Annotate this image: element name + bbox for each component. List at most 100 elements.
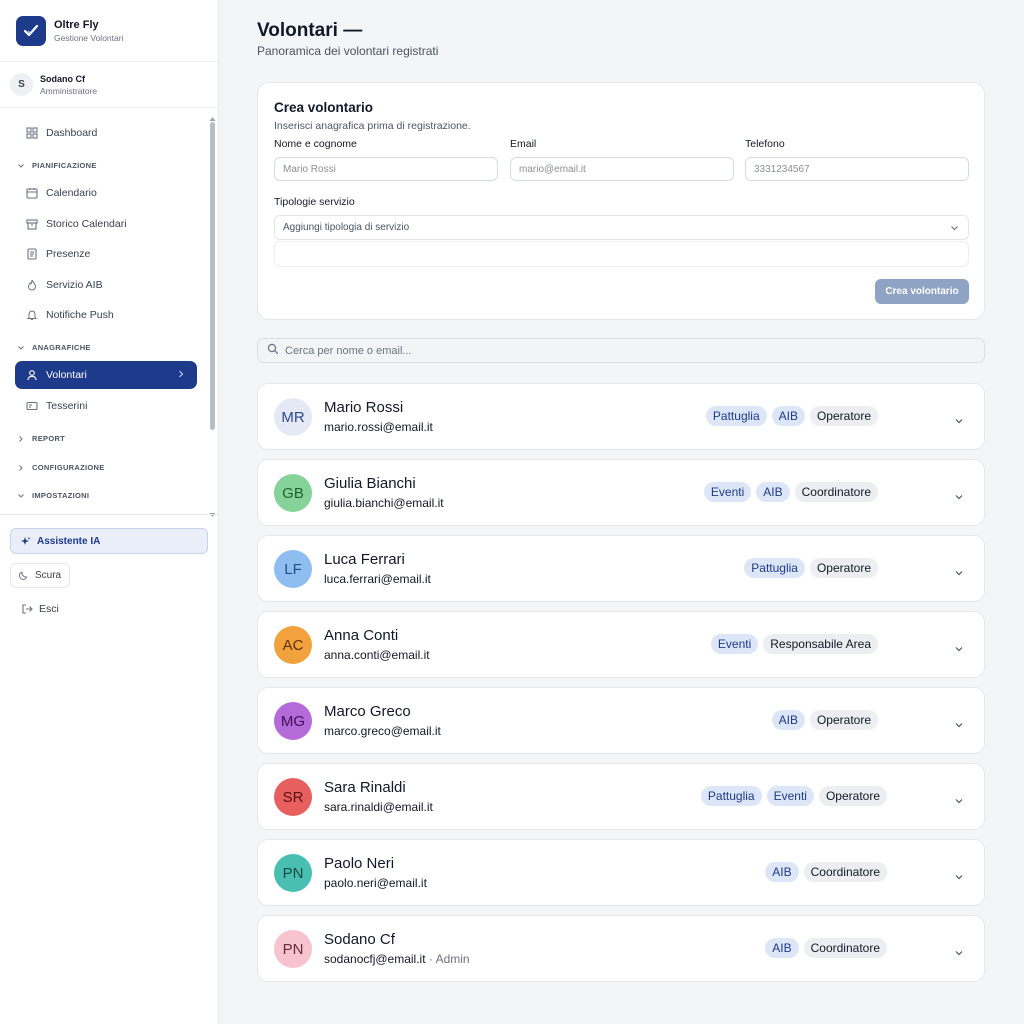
page-title: Volontari — [257,20,363,41]
email-field[interactable] [510,157,734,181]
volunteer-row[interactable]: PN Paolo Neri paolo.neri@email.it AIB Coordi… [257,839,985,906]
assistant-ai-button[interactable]: Assistente IA [10,528,208,554]
service-badge: AIB [771,406,805,426]
chevron-down-icon[interactable] [954,412,964,430]
volunteer-name: Luca Ferrari [324,551,405,568]
chevron-down-icon[interactable] [954,716,964,734]
volunteer-email: marco.greco@email.it [324,724,441,738]
volunteer-email-line: paolo.neri@email.it [324,876,427,890]
volunteer-name: Giulia Bianchi [324,475,416,492]
service-badge: Pattuglia [744,558,805,578]
sidebar-item-label: Calendario [46,187,97,199]
badge-group: AIB Coordinatore [765,938,887,958]
sidebar-item-dashboard[interactable]: Dashboard [15,119,197,147]
sidebar-item-presenze[interactable]: Presenze [15,240,197,268]
avatar: PN [274,930,312,968]
chevron-down-icon[interactable] [954,868,964,886]
name-field[interactable] [274,157,498,181]
sidebar-item-label: Presenze [46,248,91,260]
section-pianificazione[interactable]: PIANIFICAZIONE [17,161,97,170]
avatar: LF [274,550,312,588]
volunteer-row[interactable]: MG Marco Greco marco.greco@email.it AIB Oper… [257,687,985,754]
role-badge: Operatore [809,558,878,578]
scroll-up-arrow-icon[interactable] [209,110,216,121]
assistant-label: Assistente IA [37,535,101,547]
section-report[interactable]: REPORT [17,434,65,443]
sidebar-item-label: Tesserini [46,400,88,412]
service-types-label: Tipologie servizio [274,196,355,208]
volunteer-row[interactable]: SR Sara Rinaldi sara.rinaldi@email.it Pattu… [257,763,985,830]
volunteer-row[interactable]: AC Anna Conti anna.conti@email.it Eventi Res… [257,611,985,678]
sidebar-item-label: Dashboard [46,127,98,139]
search-icon [267,342,279,360]
volunteer-email-line: mario.rossi@email.it [324,420,433,434]
scrollbar-thumb[interactable] [210,122,215,430]
volunteer-search [257,338,985,363]
id-card-icon [25,399,39,413]
chevron-down-icon[interactable] [954,640,964,658]
volunteer-email-line: sara.rinaldi@email.it [324,800,433,814]
volunteer-email-line: sodanocfj@email.it · Admin [324,952,470,966]
section-label: CONFIGURAZIONE [32,463,105,472]
service-badge: Eventi [766,786,814,806]
volunteer-row[interactable]: LF Luca Ferrari luca.ferrari@email.it Pattu… [257,535,985,602]
chevron-down-icon[interactable] [954,488,964,506]
chevron-down-icon [950,224,959,235]
user-profile[interactable]: S Sodano Cf Amministratore [0,62,218,108]
moon-icon [18,570,29,581]
volunteer-row[interactable]: MR Mario Rossi mario.rossi@email.it Pattugl… [257,383,985,450]
search-input[interactable] [285,344,935,357]
section-impostazioni[interactable]: IMPOSTAZIONI [17,491,89,500]
volunteer-name: Sodano Cf [324,931,395,948]
volunteer-email-line: luca.ferrari@email.it [324,572,431,586]
scroll-down-arrow-icon[interactable] [209,506,216,517]
section-configurazione[interactable]: CONFIGURAZIONE [17,463,105,472]
theme-toggle-button[interactable]: Scura [10,563,70,588]
volunteer-name: Marco Greco [324,703,411,720]
avatar: S [10,73,33,96]
badge-group: Pattuglia Operatore [744,558,878,578]
sidebar-item-tesserini[interactable]: Tesserini [15,392,197,420]
bell-icon [25,308,39,322]
dashboard-grid-icon [25,126,39,140]
create-volunteer-button[interactable]: Crea volontario [875,279,969,304]
logout-button[interactable]: Esci [21,603,59,615]
chevron-down-icon[interactable] [954,564,964,582]
sidebar-item-servizio-aib[interactable]: Servizio AIB [15,271,197,299]
role-badge: Operatore [809,406,878,426]
sidebar-scrollbar[interactable] [209,110,216,517]
volunteer-email: giulia.bianchi@email.it [324,496,444,510]
avatar: GB [274,474,312,512]
phone-field[interactable] [745,157,969,181]
service-badge: AIB [756,482,790,502]
email-label: Email [510,138,537,150]
service-types-select[interactable]: Aggiungi tipologia di servizio [274,215,969,240]
sidebar-item-notifiche-push[interactable]: Notifiche Push [15,301,197,329]
section-label: ANAGRAFICHE [32,343,91,352]
section-label: PIANIFICAZIONE [32,161,97,170]
badge-group: Pattuglia AIB Operatore [705,406,878,426]
sidebar-item-calendario[interactable]: Calendario [15,179,197,207]
calendar-icon [25,186,39,200]
badge-group: Eventi AIB Coordinatore [703,482,878,502]
section-anagrafiche[interactable]: ANAGRAFICHE [17,343,91,352]
avatar: MG [274,702,312,740]
service-types-placeholder: Aggiungi tipologia di servizio [283,222,410,233]
service-badge: Eventi [710,634,759,654]
sidebar-item-storico-calendari[interactable]: Storico Calendari [15,210,197,238]
sidebar-item-volontari[interactable]: Volontari [15,361,197,389]
volunteer-name: Paolo Neri [324,855,395,872]
selected-service-types-area[interactable] [274,241,969,267]
volunteer-row[interactable]: GB Giulia Bianchi giulia.bianchi@email.it E… [257,459,985,526]
brand-header: Oltre Fly Gestione Volontari [0,0,218,62]
volunteer-email-line: marco.greco@email.it [324,724,441,738]
chevron-down-icon[interactable] [954,944,964,962]
chevron-down-icon [17,344,27,352]
volunteer-email: paolo.neri@email.it [324,876,427,890]
theme-label: Scura [35,570,62,581]
badge-group: Eventi Responsabile Area [710,634,878,654]
sidebar-footer: Assistente IA Scura Esci [0,514,218,634]
volunteer-row[interactable]: PN Sodano Cf sodanocfj@email.it · Admin AIB… [257,915,985,982]
chevron-down-icon[interactable] [954,792,964,810]
volunteer-email: sodanocfj@email.it [324,952,426,966]
